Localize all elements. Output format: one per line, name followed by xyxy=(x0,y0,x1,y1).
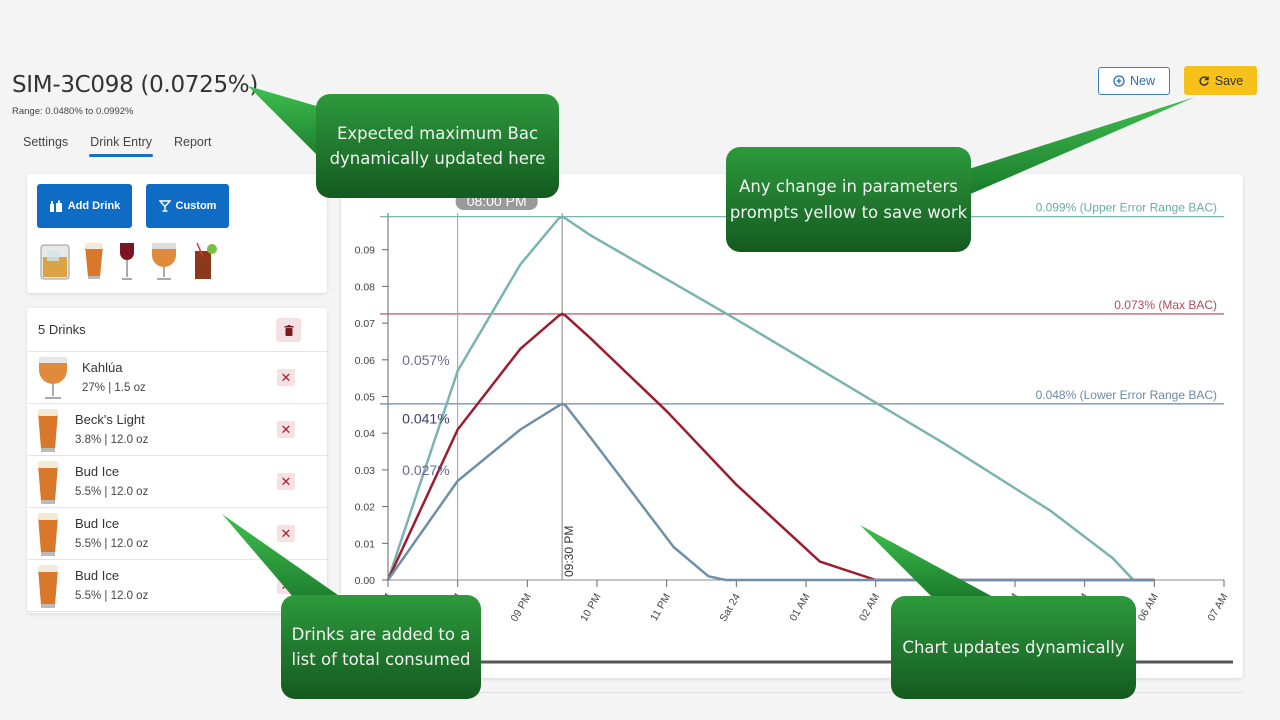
drink-name: Kahlúa xyxy=(82,360,123,375)
wine-glass-icon[interactable] xyxy=(117,241,137,281)
remove-drink-button[interactable]: ✕ xyxy=(277,525,295,542)
beer-pint-icon xyxy=(38,461,58,504)
drink-meta: 27% | 1.5 oz xyxy=(82,382,146,394)
new-button[interactable]: New xyxy=(1098,67,1170,95)
tab-drink-entry[interactable]: Drink Entry xyxy=(79,133,163,157)
x-tick-label: 01 AM xyxy=(787,592,812,624)
drink-name: Beck's Light xyxy=(75,412,145,427)
close-icon: ✕ xyxy=(280,474,292,489)
cursor-value-label: 0.057% xyxy=(402,352,449,368)
x-tick-label: 07 AM xyxy=(1205,592,1230,624)
drink-list: 5 Drinks Kahlúa 27% | 1.5 oz ✕ Beck's Light… xyxy=(27,308,327,613)
save-button[interactable]: Save xyxy=(1184,66,1257,95)
whiskey-glass-icon[interactable] xyxy=(39,241,71,281)
remove-drink-button[interactable]: ✕ xyxy=(277,577,295,594)
y-tick-label: 0.06 xyxy=(355,355,376,367)
drink-image xyxy=(37,356,69,405)
trash-icon xyxy=(284,324,293,336)
beer-pint-icon xyxy=(38,513,58,556)
snifter-glass-icon xyxy=(39,357,67,399)
y-tick-label: 0.00 xyxy=(355,575,376,587)
y-tick-label: 0.01 xyxy=(355,538,376,550)
remove-drink-button[interactable]: ✕ xyxy=(277,421,295,438)
save-button-label: Save xyxy=(1214,73,1244,88)
y-tick-label: 0.05 xyxy=(355,392,376,404)
drink-name: Bud Ice xyxy=(75,568,120,583)
page-title: SIM-3C098 (0.0725%) xyxy=(12,72,259,98)
y-tick-label: 0.04 xyxy=(355,428,376,440)
y-tick-label: 0.08 xyxy=(355,281,376,293)
cursor-value-label: 0.027% xyxy=(402,462,449,478)
beer-pint-icon xyxy=(38,409,58,452)
tab-bar: Settings Drink Entry Report xyxy=(12,133,223,157)
drink-list-item[interactable]: Kahlúa 27% | 1.5 oz ✕ xyxy=(27,352,327,404)
close-icon: ✕ xyxy=(280,526,292,541)
reference-line-label: 0.048% (Lower Error Range BAC) xyxy=(1036,388,1217,402)
beer-pint-icon[interactable] xyxy=(83,241,105,281)
quick-drink-row xyxy=(39,241,219,281)
drink-list-item[interactable]: Bud Ice 5.5% | 12.0 oz ✕ xyxy=(27,508,327,560)
drink-list-header: 5 Drinks xyxy=(27,308,327,352)
save-refresh-icon xyxy=(1199,75,1209,86)
add-drink-label: Add Drink xyxy=(67,200,121,212)
remove-drink-button[interactable]: ✕ xyxy=(277,473,295,490)
x-tick-label: 10 PM xyxy=(578,592,604,624)
series-line-lower-error-range-bac xyxy=(386,402,1155,582)
cocktail-glass-icon[interactable] xyxy=(191,241,219,281)
y-tick-label: 0.02 xyxy=(355,502,376,514)
add-drink-button[interactable]: Add Drink xyxy=(37,184,132,228)
snifter-glass-icon[interactable] xyxy=(149,241,179,281)
close-icon: ✕ xyxy=(280,578,292,593)
close-icon: ✕ xyxy=(280,370,292,385)
drink-meta: 3.8% | 12.0 oz xyxy=(75,434,149,446)
close-icon: ✕ xyxy=(280,422,292,437)
peak-time-label: 09:30 PM xyxy=(562,526,576,577)
drink-name: Bud Ice xyxy=(75,464,120,479)
drink-meta: 5.5% | 12.0 oz xyxy=(75,538,149,550)
y-tick-label: 0.03 xyxy=(355,465,376,477)
add-drink-panel: Add Drink Custom xyxy=(27,174,327,293)
drink-meta: 5.5% | 12.0 oz xyxy=(75,590,149,602)
tab-settings[interactable]: Settings xyxy=(12,133,79,157)
clear-all-button[interactable] xyxy=(276,318,301,342)
callout-save: Any change in parameters prompts yellow … xyxy=(726,147,971,252)
remove-drink-button[interactable]: ✕ xyxy=(277,369,295,386)
reference-line-label: 0.073% (Max BAC) xyxy=(1114,298,1217,312)
drink-image xyxy=(37,512,59,563)
cursor-value-label: 0.041% xyxy=(402,411,449,427)
x-tick-label: 11 PM xyxy=(648,592,673,624)
drink-list-item[interactable]: Bud Ice 5.5% | 12.0 oz ✕ xyxy=(27,456,327,508)
callout-drink-list: Drinks are added to a list of total cons… xyxy=(281,595,481,699)
drink-count: 5 Drinks xyxy=(38,322,86,337)
drink-name: Bud Ice xyxy=(75,516,120,531)
drink-image xyxy=(37,564,59,615)
plus-circle-icon xyxy=(1113,75,1125,87)
callout-max-bac: Expected maximum Bac dynamically updated… xyxy=(316,94,559,198)
y-tick-label: 0.09 xyxy=(355,245,376,257)
bottle-glass-icon xyxy=(49,200,62,212)
new-button-label: New xyxy=(1129,74,1155,88)
beer-pint-icon xyxy=(38,565,58,608)
series-line-max-bac xyxy=(386,312,1155,582)
drink-meta: 5.5% | 12.0 oz xyxy=(75,486,149,498)
reference-line-label: 0.099% (Upper Error Range BAC) xyxy=(1036,201,1217,215)
drink-image xyxy=(37,460,59,511)
drink-image xyxy=(37,408,59,459)
x-tick-label: Sat 24 xyxy=(717,591,743,623)
custom-drink-button[interactable]: Custom xyxy=(146,184,229,228)
x-tick-label: 02 AM xyxy=(857,592,882,624)
bac-range-text: Range: 0.0480% to 0.0992% xyxy=(12,106,134,117)
x-tick-label: 06 AM xyxy=(1136,592,1161,624)
custom-label: Custom xyxy=(175,200,217,212)
y-tick-label: 0.07 xyxy=(355,318,376,330)
tab-report[interactable]: Report xyxy=(163,133,223,157)
drink-list-item[interactable]: Beck's Light 3.8% | 12.0 oz ✕ xyxy=(27,404,327,456)
martini-glass-icon xyxy=(158,200,171,212)
x-tick-label: 09 PM xyxy=(508,592,534,624)
callout-chart: Chart updates dynamically xyxy=(891,596,1136,699)
